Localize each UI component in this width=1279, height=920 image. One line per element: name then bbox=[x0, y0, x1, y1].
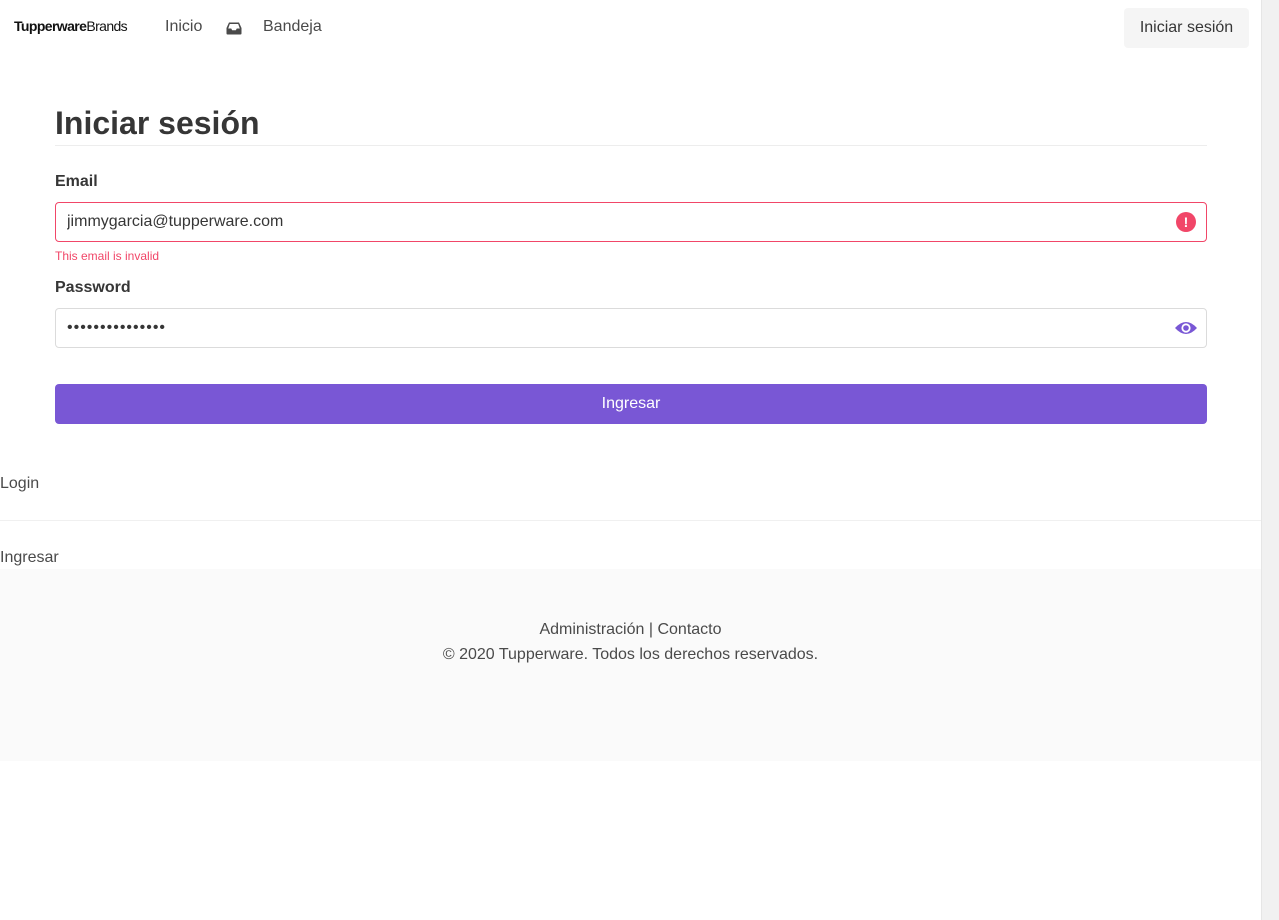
email-field[interactable] bbox=[56, 203, 1206, 241]
footer-link-contacto[interactable]: Contacto bbox=[657, 621, 721, 638]
email-error-message: This email is invalid bbox=[55, 249, 160, 263]
vertical-scrollbar[interactable] bbox=[1261, 0, 1279, 920]
nav-link-inicio[interactable]: Inicio bbox=[165, 18, 202, 36]
brand-logo[interactable]: TupperwareBrands bbox=[14, 18, 128, 34]
nav-link-bandeja[interactable]: Bandeja bbox=[263, 18, 322, 36]
footer: Administración | Contacto © 2020 Tupperw… bbox=[0, 569, 1261, 761]
email-label: Email bbox=[55, 173, 98, 190]
password-field-wrapper bbox=[55, 308, 1207, 348]
inbox-icon[interactable] bbox=[226, 22, 242, 35]
brand-logo-bold: Tupperware bbox=[14, 18, 87, 34]
footer-separator: | bbox=[648, 621, 654, 638]
navbar: TupperwareBrands Inicio Bandeja Iniciar … bbox=[0, 0, 1261, 56]
title-divider bbox=[55, 145, 1207, 146]
ingresar-link[interactable]: Ingresar bbox=[0, 549, 59, 567]
password-field[interactable] bbox=[56, 309, 1206, 347]
page: TupperwareBrands Inicio Bandeja Iniciar … bbox=[0, 0, 1261, 920]
footer-links: Administración | Contacto bbox=[0, 621, 1261, 639]
page-title: Iniciar sesión bbox=[55, 105, 260, 141]
alert-circle-icon: ! bbox=[1176, 212, 1196, 232]
login-button[interactable]: Iniciar sesión bbox=[1124, 8, 1249, 48]
password-label: Password bbox=[55, 279, 131, 296]
submit-button[interactable]: Ingresar bbox=[55, 384, 1207, 424]
login-text: Login bbox=[0, 475, 40, 492]
brand-logo-light: Brands bbox=[86, 18, 128, 34]
section-divider bbox=[0, 520, 1261, 521]
eye-icon[interactable] bbox=[1174, 319, 1198, 337]
footer-copyright: © 2020 Tupperware. Todos los derechos re… bbox=[442, 646, 819, 663]
email-field-wrapper: ! bbox=[55, 202, 1207, 242]
footer-link-administracion[interactable]: Administración bbox=[539, 621, 644, 638]
